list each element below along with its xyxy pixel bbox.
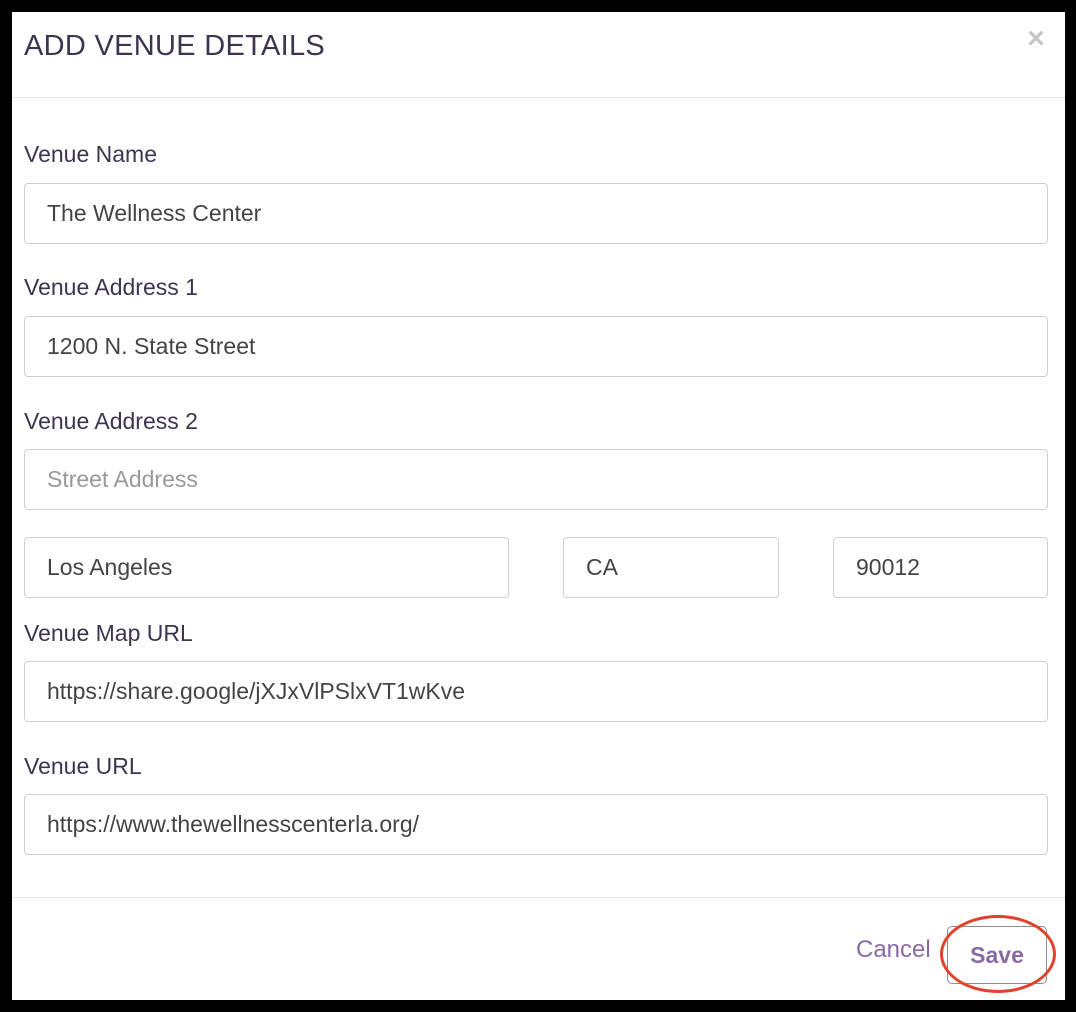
save-button[interactable]: Save	[947, 926, 1047, 984]
venue-address-1-input[interactable]	[24, 316, 1048, 377]
cancel-button[interactable]: Cancel	[856, 936, 931, 964]
venue-address-2-label: Venue Address 2	[24, 408, 198, 434]
add-venue-dialog: ADD VENUE DETAILS × Venue Name Venue Add…	[12, 12, 1065, 1000]
dialog-footer: Cancel Save	[12, 897, 1065, 1000]
venue-name-input[interactable]	[24, 183, 1048, 244]
close-icon[interactable]: ×	[1023, 24, 1049, 54]
venue-address-1-label: Venue Address 1	[24, 274, 198, 300]
dialog-title: ADD VENUE DETAILS	[24, 30, 326, 62]
state-input[interactable]	[563, 537, 779, 598]
venue-name-label: Venue Name	[24, 141, 157, 167]
zip-input[interactable]	[833, 537, 1048, 598]
venue-url-input[interactable]	[24, 794, 1048, 855]
dialog-header: ADD VENUE DETAILS ×	[12, 12, 1065, 98]
venue-address-2-input[interactable]	[24, 449, 1048, 510]
venue-map-url-label: Venue Map URL	[24, 620, 193, 646]
venue-url-label: Venue URL	[24, 753, 142, 779]
city-input[interactable]	[24, 537, 509, 598]
venue-map-url-input[interactable]	[24, 661, 1048, 722]
